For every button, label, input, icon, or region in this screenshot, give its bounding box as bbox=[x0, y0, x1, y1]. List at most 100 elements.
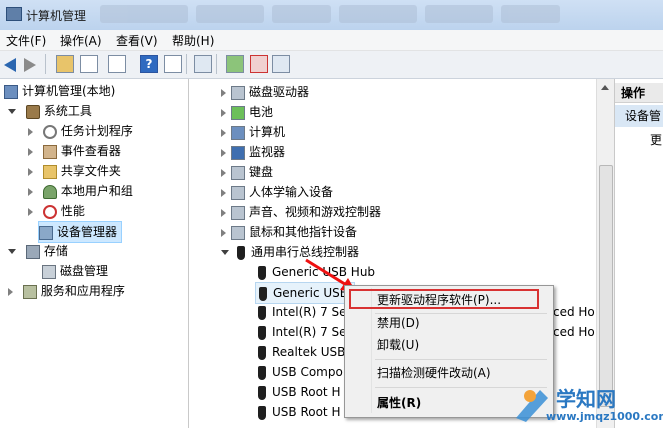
expand-icon[interactable] bbox=[221, 168, 226, 177]
usb-device[interactable]: Intel(R) 7 Se bbox=[255, 322, 347, 342]
watermark-url: www.jmqz1000.com bbox=[546, 410, 663, 423]
menu-separator bbox=[375, 359, 547, 360]
category-label: 监视器 bbox=[249, 145, 286, 159]
disk-drive-icon bbox=[231, 85, 245, 100]
category-label: 鼠标和其他指针设备 bbox=[249, 225, 358, 239]
tree-label: 本地用户和组 bbox=[60, 184, 133, 198]
device-category[interactable]: 人体学输入设备 bbox=[221, 182, 333, 202]
hid-icon bbox=[231, 185, 245, 200]
device-category[interactable]: 计算机 bbox=[221, 122, 285, 142]
expand-icon[interactable] bbox=[8, 249, 16, 254]
expand-icon[interactable] bbox=[28, 147, 33, 156]
expand-icon[interactable] bbox=[221, 148, 226, 157]
up-folder-icon[interactable] bbox=[56, 55, 74, 73]
performance-icon bbox=[42, 204, 57, 219]
device-label: Realtek USB bbox=[272, 345, 346, 359]
scan-hardware-icon[interactable] bbox=[194, 55, 212, 73]
show-tree-icon[interactable] bbox=[80, 55, 98, 73]
collapse-icon[interactable] bbox=[221, 250, 229, 255]
menu-view[interactable]: 查看(V) bbox=[116, 32, 158, 49]
enable-device-icon[interactable] bbox=[272, 55, 290, 73]
tree-label: 存储 bbox=[43, 244, 68, 258]
tree-item-performance[interactable]: 性能 bbox=[28, 201, 85, 221]
device-category[interactable]: 鼠标和其他指针设备 bbox=[221, 222, 357, 242]
usb-device[interactable]: USB Root H bbox=[255, 402, 340, 422]
tree-system-tools[interactable]: 系统工具 bbox=[8, 101, 92, 121]
device-category[interactable]: 电池 bbox=[221, 102, 273, 122]
tools-icon bbox=[25, 104, 40, 119]
disk-icon bbox=[42, 264, 56, 279]
expand-icon[interactable] bbox=[221, 108, 226, 117]
expand-icon[interactable] bbox=[28, 127, 33, 136]
usb-icon bbox=[258, 265, 266, 280]
tree-item-disk-management[interactable]: 磁盘管理 bbox=[42, 261, 108, 281]
device-category[interactable]: 声音、视频和游戏控制器 bbox=[221, 202, 381, 222]
title-bar: 计算机管理 bbox=[0, 0, 663, 31]
expand-icon[interactable] bbox=[221, 228, 226, 237]
computer-management-icon bbox=[6, 7, 22, 21]
menu-item-update-driver[interactable]: 更新驱动程序软件(P)... bbox=[377, 290, 501, 310]
menu-item-disable[interactable]: 禁用(D) bbox=[377, 313, 420, 333]
category-label: 计算机 bbox=[249, 125, 286, 139]
expand-icon[interactable] bbox=[221, 128, 226, 137]
menu-item-uninstall[interactable]: 卸载(U) bbox=[377, 335, 419, 355]
expand-icon[interactable] bbox=[221, 188, 226, 197]
uninstall-icon[interactable] bbox=[250, 55, 268, 73]
tree-label: 磁盘管理 bbox=[60, 264, 109, 278]
toolbar: ? bbox=[0, 51, 663, 79]
category-label: 声音、视频和游戏控制器 bbox=[249, 205, 382, 219]
action-device-manager[interactable]: 设备管 bbox=[615, 105, 663, 127]
tree-item-shared-folders[interactable]: 共享文件夹 bbox=[28, 161, 121, 181]
help-icon[interactable]: ? bbox=[140, 55, 158, 73]
device-label: USB Root H bbox=[272, 405, 341, 419]
vertical-scrollbar[interactable] bbox=[596, 79, 614, 428]
forward-icon[interactable] bbox=[24, 58, 36, 72]
category-label: 磁盘驱动器 bbox=[249, 85, 310, 99]
expand-icon[interactable] bbox=[8, 109, 16, 114]
device-category[interactable]: 键盘 bbox=[221, 162, 273, 182]
tree-item-local-users[interactable]: 本地用户和组 bbox=[28, 181, 133, 201]
device-category[interactable]: 磁盘驱动器 bbox=[221, 82, 309, 102]
watermark-name: 学知网 bbox=[556, 387, 616, 411]
menu-item-scan-hardware[interactable]: 扫描检测硬件改动(A) bbox=[377, 363, 491, 383]
scroll-up-icon[interactable] bbox=[601, 85, 609, 90]
usb-device[interactable]: USB Compo bbox=[255, 362, 343, 382]
expand-icon[interactable] bbox=[221, 88, 226, 97]
scroll-thumb[interactable] bbox=[599, 165, 613, 407]
expand-icon[interactable] bbox=[28, 187, 33, 196]
battery-icon bbox=[231, 105, 245, 120]
tree-storage[interactable]: 存储 bbox=[8, 241, 68, 261]
expand-icon[interactable] bbox=[221, 208, 226, 217]
toolbar-divider bbox=[216, 54, 217, 74]
tree-root[interactable]: 计算机管理(本地) bbox=[4, 81, 115, 101]
usb-icon bbox=[258, 305, 266, 320]
users-icon bbox=[42, 184, 57, 199]
action-pane-icon[interactable] bbox=[164, 55, 182, 73]
update-driver-icon[interactable] bbox=[226, 55, 244, 73]
usb-icon bbox=[258, 345, 266, 360]
tree-item-event-viewer[interactable]: 事件查看器 bbox=[28, 141, 121, 161]
menu-action[interactable]: 操作(A) bbox=[60, 32, 102, 49]
tree-label: 设备管理器 bbox=[57, 225, 118, 239]
expand-icon[interactable] bbox=[28, 167, 33, 176]
expand-icon[interactable] bbox=[28, 207, 33, 216]
device-category[interactable]: 监视器 bbox=[221, 142, 285, 162]
menu-file[interactable]: 文件(F) bbox=[6, 32, 46, 49]
tree-item-device-manager[interactable]: 设备管理器 bbox=[38, 221, 123, 243]
usb-device[interactable]: USB Root H bbox=[255, 382, 340, 402]
category-label: 电池 bbox=[249, 105, 274, 119]
taskbar-tabs bbox=[100, 5, 561, 25]
back-icon[interactable] bbox=[4, 58, 16, 72]
usb-device[interactable]: Realtek USB bbox=[255, 342, 345, 362]
menu-help[interactable]: 帮助(H) bbox=[172, 32, 214, 49]
usb-device[interactable]: Intel(R) 7 Se bbox=[255, 302, 347, 322]
expand-icon[interactable] bbox=[8, 287, 13, 296]
action-more[interactable]: 更 bbox=[650, 131, 662, 148]
usb-icon bbox=[258, 405, 266, 420]
action-pane-header: 操作 bbox=[615, 83, 663, 103]
tree-services[interactable]: 服务和应用程序 bbox=[8, 281, 125, 301]
properties-icon[interactable] bbox=[108, 55, 126, 73]
keyboard-icon bbox=[231, 165, 245, 180]
tree-item-task-scheduler[interactable]: 任务计划程序 bbox=[28, 121, 133, 141]
menu-item-properties[interactable]: 属性(R) bbox=[377, 393, 421, 413]
